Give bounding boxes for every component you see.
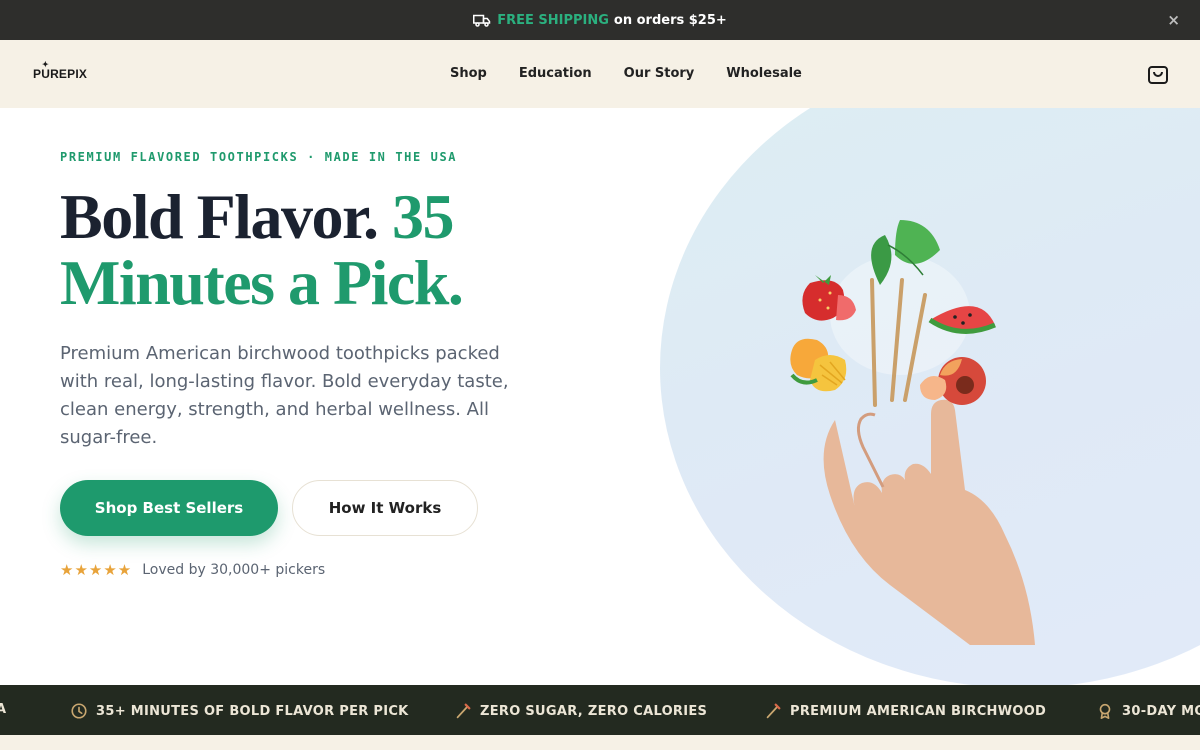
ticker-item: ZERO SUGAR, ZERO CALORIES xyxy=(454,702,707,720)
ticker-item-label: PREMIUM AMERICAN BIRCHWOOD xyxy=(790,703,1047,719)
ticker-item: PREMIUM AMERICAN BIRCHWOOD xyxy=(764,702,1046,720)
headline-green: Minutes a Pick. xyxy=(60,247,464,318)
ticker-item-label: ZERO SUGAR, ZERO CALORIES xyxy=(480,703,708,719)
feature-ticker: A 35+ MINUTES OF BOLD FLAVOR PER PICK ZE… xyxy=(0,685,1200,735)
hero-headline: Bold Flavor. 35 Minutes a Pick. xyxy=(60,184,600,316)
nav-item-shop[interactable]: Shop xyxy=(450,66,487,81)
announcement-bar: FREE SHIPPING on orders $25+ × xyxy=(0,0,1200,40)
ticker-item-label: 30-DAY MO xyxy=(1122,703,1200,719)
ticker-item-label: A xyxy=(0,702,7,717)
sparkle-icon: ✦ xyxy=(42,60,49,69)
nav-item-education[interactable]: Education xyxy=(519,66,592,81)
ticker-item: 35+ MINUTES OF BOLD FLAVOR PER PICK xyxy=(70,702,409,720)
truck-icon xyxy=(473,14,491,27)
bottom-strip xyxy=(0,735,1200,750)
star-rating-icon: ★★★★★ xyxy=(60,561,133,579)
toothpick-icon xyxy=(766,703,781,719)
logo-text: PUREPIX xyxy=(33,67,88,81)
hero-illustration xyxy=(790,220,1035,645)
headline-green-number: 35 xyxy=(391,181,455,252)
shopping-bag-icon[interactable] xyxy=(1146,62,1170,86)
how-it-works-button[interactable]: How It Works xyxy=(292,480,478,536)
close-icon[interactable]: × xyxy=(1167,11,1180,29)
shop-best-sellers-button[interactable]: Shop Best Sellers xyxy=(60,480,278,536)
ticker-item: 30-DAY MO xyxy=(1096,702,1200,720)
ticker-item: A xyxy=(0,702,6,717)
main-nav: ✦ PUREPIX Shop Education Our Story Whole… xyxy=(0,40,1200,108)
toothpick-icon xyxy=(456,703,471,719)
free-shipping-label: FREE SHIPPING xyxy=(497,12,609,28)
rating: ★★★★★ Loved by 30,000+ pickers xyxy=(60,561,325,579)
ticker-item-label: 35+ MINUTES OF BOLD FLAVOR PER PICK xyxy=(96,703,409,719)
shipping-threshold-text: on orders $25+ xyxy=(613,12,727,28)
nav-item-our-story[interactable]: Our Story xyxy=(624,66,695,81)
hero-eyebrow: PREMIUM FLAVORED TOOTHPICKS · MADE IN TH… xyxy=(60,150,458,164)
badge-icon xyxy=(1099,703,1111,720)
nav-menu: Shop Education Our Story Wholesale xyxy=(450,66,834,81)
nav-item-wholesale[interactable]: Wholesale xyxy=(726,66,802,81)
clock-icon xyxy=(71,703,87,719)
headline-dark: Bold Flavor. xyxy=(60,181,379,252)
rating-text: Loved by 30,000+ pickers xyxy=(142,562,326,578)
hero-subtitle: Premium American birchwood toothpicks pa… xyxy=(60,343,509,448)
logo[interactable]: ✦ PUREPIX xyxy=(33,60,88,81)
